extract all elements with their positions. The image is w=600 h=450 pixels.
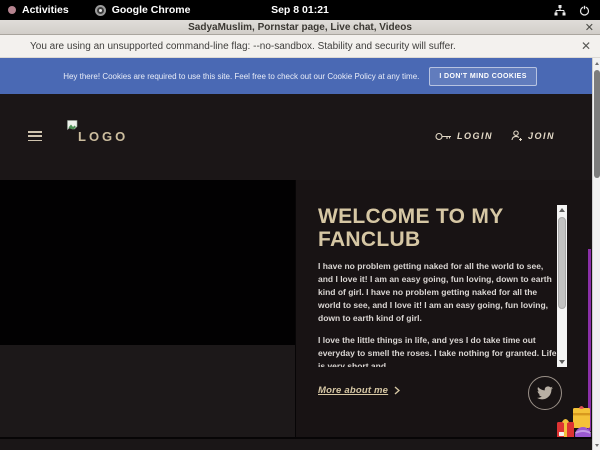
clock[interactable]: Sep 8 01:21 [0,4,600,16]
welcome-paragraph: I love the little things in life, and ye… [318,334,557,367]
broken-image-icon [67,120,78,131]
join-button[interactable]: JOIN [511,130,555,142]
scroll-up-icon[interactable] [557,205,567,215]
power-icon[interactable] [579,5,590,16]
twitter-icon [537,386,553,400]
window-close-icon[interactable]: ✕ [585,20,594,35]
infobar-close-icon[interactable]: ✕ [581,39,591,53]
scroll-down-icon[interactable] [593,440,600,450]
system-tray[interactable] [554,5,600,16]
profile-media-block[interactable] [0,180,296,345]
webpage: LOGO LOGIN JOIN [0,94,600,450]
welcome-panel: WELCOME TO MY FANCLUB I have no problem … [296,180,592,437]
key-icon [435,132,452,141]
notification-dot-icon [8,6,16,14]
hamburger-menu-icon[interactable] [28,131,42,141]
window-title: SadyaMuslim, Pornstar page, Live chat, V… [188,22,412,33]
browser-scrollbar[interactable] [592,58,600,450]
join-label: JOIN [528,131,555,141]
welcome-title: WELCOME TO MY FANCLUB [318,205,557,251]
scroll-down-icon[interactable] [557,357,567,367]
cookie-message: Hey there! Cookies are required to use t… [63,72,419,81]
welcome-scroll-area[interactable]: WELCOME TO MY FANCLUB I have no problem … [318,205,557,367]
app-name-label: Google Chrome [112,4,191,16]
screen: Activities Google Chrome Sep 8 01:21 Sad… [0,0,600,450]
cookie-notice-bar: Hey there! Cookies are required to use t… [0,58,600,94]
welcome-scrollbar[interactable] [557,205,567,367]
accept-cookies-button[interactable]: I DON'T MIND COOKIES [429,67,536,86]
add-user-icon [511,130,523,142]
twitter-link[interactable] [528,376,562,410]
network-tree-icon[interactable] [554,5,566,16]
lower-left-section [0,345,296,437]
browser-scrollbar-thumb[interactable] [594,70,600,178]
activities-label: Activities [22,4,69,16]
chevron-right-icon [394,386,400,395]
chrome-icon [95,5,106,16]
desktop-top-bar: Activities Google Chrome Sep 8 01:21 [0,0,600,20]
welcome-scrollbar-thumb[interactable] [558,217,566,309]
next-section-strip [0,439,600,450]
app-menu-google-chrome[interactable]: Google Chrome [95,4,191,16]
welcome-paragraph: I have no problem getting naked for all … [318,260,557,325]
more-about-me-link[interactable]: More about me [318,385,388,396]
scroll-up-icon[interactable] [593,58,600,68]
more-about-row: More about me [318,385,400,396]
site-logo[interactable]: LOGO [66,120,126,148]
header-nav: LOGIN JOIN [435,130,555,142]
site-header: LOGO LOGIN JOIN [0,94,600,180]
window-title-bar[interactable]: SadyaMuslim, Pornstar page, Live chat, V… [0,20,600,35]
login-label: LOGIN [457,131,493,141]
login-button[interactable]: LOGIN [435,131,493,141]
activities-button[interactable]: Activities [0,4,69,16]
chrome-infobar: You are using an unsupported command-lin… [0,35,600,58]
logo-text: LOGO [78,129,128,144]
infobar-message: You are using an unsupported command-lin… [0,41,456,52]
